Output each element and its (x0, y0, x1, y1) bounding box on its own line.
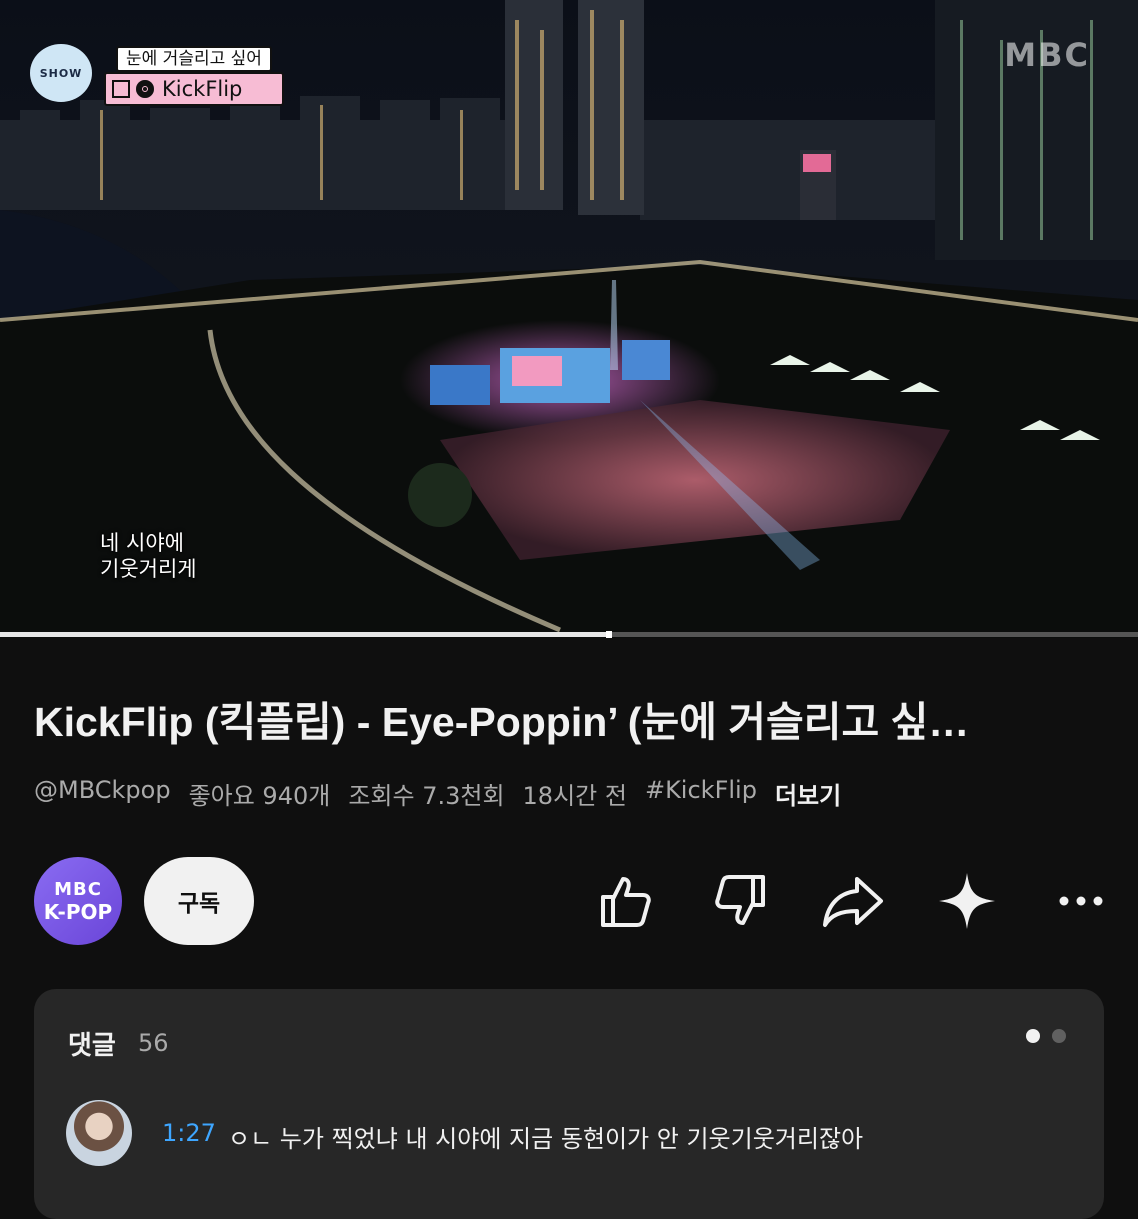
share-icon (823, 877, 883, 927)
progress-bar[interactable] (0, 631, 1138, 638)
hashtag-link[interactable]: #KickFlip (645, 776, 757, 811)
comment-text: ㅇㄴ 누가 찍었냐 내 시야에 지금 동현이가 안 기웃기웃거리잖아 (228, 1125, 864, 1153)
show-logo: SHOW (30, 44, 92, 102)
carousel-dot (1052, 1029, 1066, 1043)
channel-handle[interactable]: @MBCkpop (34, 776, 171, 811)
more-link[interactable]: 더보기 (775, 776, 841, 811)
square-icon (112, 80, 130, 98)
like-button[interactable] (590, 866, 660, 936)
progress-fill (0, 632, 609, 637)
remix-button[interactable] (932, 866, 1002, 936)
record-disc-icon (136, 80, 154, 98)
posted-time: 18시간 전 (522, 782, 627, 810)
carousel-dot-active (1026, 1029, 1040, 1043)
channel-avatar[interactable]: MBC K-POP (34, 857, 122, 945)
badge-artist: KickFlip (104, 72, 284, 106)
video-player[interactable]: SHOW 눈에 거슬리고 싶어 KickFlip MBC 네 시야에 기웃거리게 (0, 0, 1138, 638)
progress-scrubber[interactable] (605, 631, 612, 638)
subscribe-button[interactable]: 구독 (144, 857, 254, 945)
badge-song-title: 눈에 거슬리고 싶어 (116, 46, 272, 72)
avatar-text-line1: MBC (54, 879, 102, 900)
program-badge: SHOW 눈에 거슬리고 싶어 KickFlip (30, 40, 284, 106)
video-title[interactable]: KickFlip (킥플립) - Eye-Poppin’ (눈에 거슬리고 싶… (34, 696, 1104, 748)
more-icon (1059, 896, 1103, 906)
comments-panel[interactable]: 댓글 56 1:27 ㅇㄴ 누가 찍었냐 내 시야에 지금 동현이가 안 기웃기… (34, 989, 1104, 1219)
view-count: 조회수 7.3천회 (348, 782, 505, 810)
avatar-text-line2: K-POP (43, 900, 113, 924)
subtitle-line: 기웃거리게 (100, 557, 197, 581)
subtitle-line: 네 시야에 (100, 531, 184, 555)
broadcaster-watermark: MBC (1004, 36, 1090, 74)
like-count: 좋아요 940개 (188, 782, 331, 810)
video-meta[interactable]: @MBCkpop 좋아요 940개 조회수 7.3천회 18시간 전 #Kick… (34, 776, 859, 811)
share-button[interactable] (818, 866, 888, 936)
video-subtitle: 네 시야에 기웃거리게 (100, 530, 197, 582)
dislike-button[interactable] (706, 866, 776, 936)
badge-artist-name: KickFlip (162, 77, 243, 101)
carousel-dots (1026, 1029, 1066, 1043)
comment-timestamp-link[interactable]: 1:27 (162, 1119, 216, 1147)
comments-header: 댓글 (68, 1031, 116, 1061)
dislike-icon (715, 875, 765, 925)
comments-count: 56 (138, 1029, 169, 1057)
sparkle-icon (939, 873, 995, 929)
more-actions-button[interactable] (1046, 866, 1116, 936)
commenter-avatar[interactable] (66, 1100, 132, 1166)
like-icon (601, 877, 651, 927)
